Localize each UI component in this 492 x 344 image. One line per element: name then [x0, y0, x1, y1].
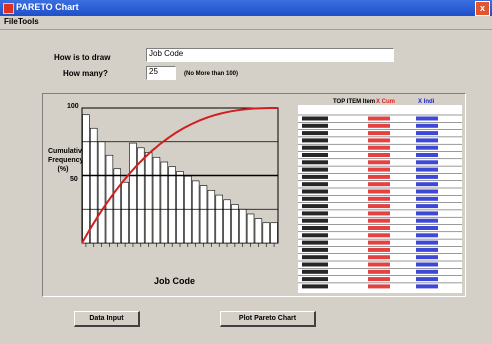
pareto-bar: [223, 199, 231, 244]
table-cell-blur: [368, 284, 390, 289]
table-cell-blur: [416, 277, 438, 282]
table-cell-blur: [302, 277, 328, 282]
pareto-bar: [144, 152, 153, 244]
table-header-item: TOP ITEM Item: [333, 99, 376, 105]
pareto-bar: [262, 222, 270, 244]
pareto-bar: [246, 213, 255, 244]
pareto-bar: [113, 168, 122, 244]
table-cell-blur: [416, 255, 438, 260]
pareto-bar: [129, 142, 137, 244]
table-cell-blur: [302, 167, 328, 172]
table-cell-blur: [368, 211, 390, 216]
table-cell-blur: [302, 138, 328, 143]
table-cell-blur: [368, 131, 390, 136]
table-cell-blur: [368, 189, 390, 194]
table-cell-blur: [302, 211, 328, 216]
table-cell-blur: [416, 233, 438, 238]
pareto-bar: [121, 181, 129, 244]
table-cell-blur: [416, 269, 438, 274]
table-cell-blur: [416, 240, 438, 245]
pareto-bar: [254, 218, 263, 244]
table-cell-blur: [416, 116, 438, 121]
table-cell-blur: [302, 233, 328, 238]
table-cell-blur: [302, 255, 328, 260]
table-cell-blur: [416, 182, 438, 187]
pareto-bar: [270, 222, 278, 244]
table-cell-blur: [302, 240, 328, 245]
table-cell-blur: [368, 174, 390, 179]
table-cell-blur: [368, 233, 390, 238]
table-cell-blur: [302, 145, 328, 150]
table-cell-blur: [302, 284, 328, 289]
table-cell-blur: [368, 196, 390, 201]
pareto-bar: [231, 204, 239, 244]
table-cell-blur: [368, 123, 390, 128]
pareto-bar: [176, 171, 184, 244]
table-header-count: X Cum: [376, 99, 396, 105]
table-cell-blur: [416, 196, 438, 201]
pareto-bar: [207, 190, 216, 244]
table-cell-blur: [416, 262, 438, 267]
table-cell-blur: [368, 240, 390, 245]
table-cell-blur: [302, 174, 328, 179]
table-cell-blur: [302, 204, 328, 209]
table-cell-blur: [368, 277, 390, 282]
pareto-bar: [239, 208, 247, 244]
table-cell-blur: [416, 167, 438, 172]
pareto-bar: [191, 180, 200, 244]
table-cell-blur: [368, 138, 390, 143]
table-cell-blur: [368, 218, 390, 223]
table-cell-blur: [368, 255, 390, 260]
pareto-bar: [199, 185, 208, 244]
pareto-bar: [168, 166, 176, 244]
table-cell-blur: [302, 226, 328, 230]
table-cell-blur: [416, 247, 438, 252]
table-cell-blur: [368, 262, 390, 267]
plot-pareto-button[interactable]: Plot Pareto Chart: [220, 311, 316, 327]
data-input-button[interactable]: Data Input: [74, 311, 140, 327]
table-cell-blur: [368, 226, 390, 230]
table-cell-blur: [368, 153, 390, 157]
pareto-bar: [160, 161, 169, 244]
table-cell-blur: [302, 131, 328, 136]
pareto-bar: [82, 114, 90, 244]
table-cell-blur: [368, 204, 390, 209]
table-cell-blur: [302, 269, 328, 274]
table-cell-blur: [368, 145, 390, 150]
table-cell-blur: [368, 269, 390, 274]
table-cell-blur: [302, 153, 328, 157]
table-cell-blur: [416, 174, 438, 179]
table-cell-blur: [416, 189, 438, 194]
table-header-pct: X Indi: [418, 99, 435, 105]
table-cell-blur: [302, 247, 328, 252]
table-cell-blur: [302, 123, 328, 128]
table-cell-blur: [416, 123, 438, 128]
table-cell-blur: [416, 226, 438, 230]
table-cell-blur: [416, 153, 438, 157]
table-cell-blur: [302, 262, 328, 267]
table-cell-blur: [302, 160, 328, 165]
table-cell-blur: [302, 218, 328, 223]
table-cell-blur: [368, 247, 390, 252]
table-cell-blur: [416, 160, 438, 165]
table-cell-blur: [416, 138, 438, 143]
table-cell-blur: [368, 182, 390, 187]
table-cell-blur: [416, 131, 438, 136]
table-cell-blur: [368, 160, 390, 165]
table-cell-blur: [416, 284, 438, 289]
table-cell-blur: [302, 116, 328, 121]
table-cell-blur: [302, 189, 328, 194]
results-table: [298, 105, 462, 293]
table-cell-blur: [302, 182, 328, 187]
table-cell-blur: [416, 204, 438, 209]
table-cell-blur: [302, 196, 328, 201]
pareto-bar: [215, 194, 223, 244]
table-cell-blur: [416, 218, 438, 223]
table-cell-blur: [416, 211, 438, 216]
table-cell-blur: [368, 167, 390, 172]
pareto-bar: [152, 156, 161, 244]
table-cell-blur: [368, 116, 390, 121]
table-cell-blur: [416, 145, 438, 150]
pareto-bar: [97, 141, 106, 244]
